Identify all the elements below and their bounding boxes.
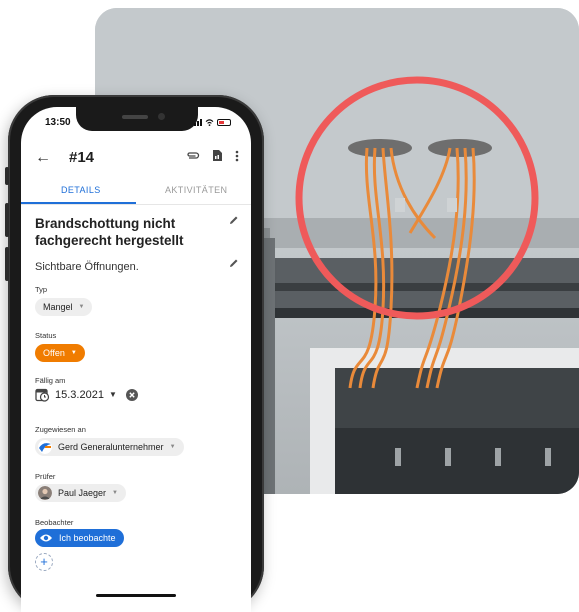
issue-description: Sichtbare Öffnungen. xyxy=(35,261,139,273)
notch xyxy=(76,107,198,131)
type-value: Mangel xyxy=(43,302,73,312)
observers-label: Beobachter xyxy=(35,518,74,527)
status-value: Offen xyxy=(43,348,65,358)
add-observer-plus-icon[interactable]: + xyxy=(35,553,53,571)
eye-icon xyxy=(40,534,52,542)
inspector-label: Prüfer xyxy=(35,472,56,481)
observe-chip[interactable]: Ich beobachte xyxy=(35,529,124,547)
inspector-chip[interactable]: Paul Jaeger ▼ xyxy=(35,484,126,502)
wifi-icon xyxy=(205,118,214,126)
user-avatar xyxy=(38,486,52,500)
volume-up-button xyxy=(5,203,9,237)
type-chip[interactable]: Mangel ▼ xyxy=(35,298,93,316)
chevron-down-icon: ▼ xyxy=(70,350,77,356)
battery-icon xyxy=(217,118,231,126)
status-icons xyxy=(194,118,231,126)
due-label: Fällig am xyxy=(35,376,66,385)
app-bar: ← #14 xyxy=(21,147,251,173)
due-row[interactable]: 15.3.2021 ▼ xyxy=(35,387,138,402)
home-indicator xyxy=(96,594,176,597)
tab-indicator xyxy=(21,202,136,204)
mute-switch xyxy=(5,167,9,185)
tab-activities[interactable]: AKTIVITÄTEN xyxy=(165,185,227,195)
assigned-label: Zugewiesen an xyxy=(35,425,86,434)
issue-title: Brandschottung nicht fachgerecht hergest… xyxy=(35,216,184,248)
pdf-export-icon[interactable] xyxy=(212,149,223,162)
phone-frame: 13:50 ← #14 DETAILS AKTIVITÄTEN Brandsch… xyxy=(5,95,264,612)
observe-value: Ich beobachte xyxy=(59,533,116,543)
calendar-clock-icon xyxy=(35,388,50,402)
back-arrow-icon[interactable]: ← xyxy=(35,147,51,169)
type-label: Typ xyxy=(35,285,48,294)
status-label: Status xyxy=(35,331,57,340)
status-time: 13:50 xyxy=(45,117,71,128)
tab-details[interactable]: DETAILS xyxy=(61,185,101,195)
issue-number: #14 xyxy=(69,149,95,166)
clear-date-icon[interactable] xyxy=(125,388,138,401)
chevron-down-icon: ▼ xyxy=(78,304,85,310)
status-chip[interactable]: Offen ▼ xyxy=(35,344,85,362)
edit-description-pencil-icon[interactable] xyxy=(229,258,239,268)
chevron-down-icon: ▼ xyxy=(112,490,118,496)
issue-header: Brandschottung nicht fachgerecht hergest… xyxy=(35,215,243,273)
app-bar-actions xyxy=(186,149,239,162)
company-logo-avatar xyxy=(38,440,52,454)
attachment-icon[interactable] xyxy=(186,151,200,161)
due-value: 15.3.2021 xyxy=(55,388,104,401)
inspector-value: Paul Jaeger xyxy=(58,488,107,498)
edit-title-pencil-icon[interactable] xyxy=(229,215,239,225)
signal-icon xyxy=(194,118,202,126)
more-vert-icon[interactable] xyxy=(235,150,239,162)
phone-screen: 13:50 ← #14 DETAILS AKTIVITÄTEN Brandsch… xyxy=(21,107,251,612)
tab-bar: DETAILS AKTIVITÄTEN xyxy=(21,179,251,205)
assigned-value: Gerd Generalunternehmer xyxy=(58,442,164,452)
chevron-down-icon: ▼ xyxy=(169,444,176,450)
caret-down-icon[interactable]: ▼ xyxy=(109,390,117,399)
assigned-chip[interactable]: Gerd Generalunternehmer ▼ xyxy=(35,438,184,456)
volume-down-button xyxy=(5,247,9,281)
